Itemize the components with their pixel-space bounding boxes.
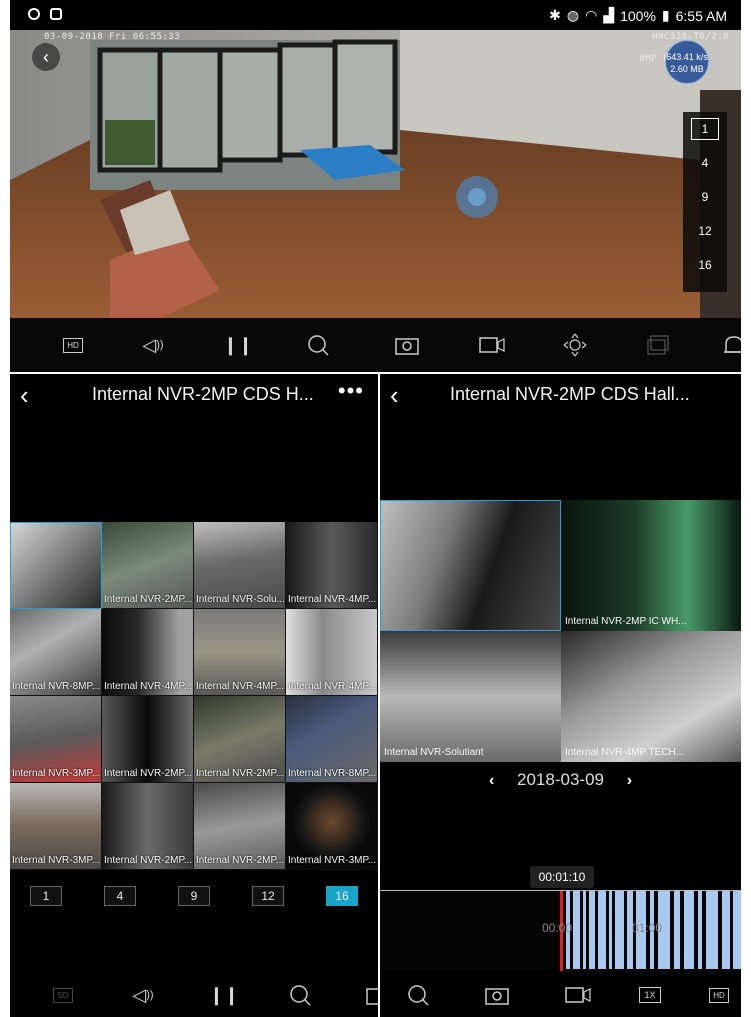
multi-window-icon[interactable]: [646, 332, 670, 358]
chevron-left-icon: ‹: [43, 46, 49, 67]
osd-datetime: 03-09-2018 Fri 06:55:33: [44, 32, 181, 42]
prev-date-icon[interactable]: ‹: [489, 772, 494, 789]
zoom-icon[interactable]: [288, 982, 312, 1008]
camera-tile[interactable]: Internal NVR-8MP...: [286, 696, 378, 783]
speed-button[interactable]: 1X: [636, 982, 664, 1008]
camera-tile[interactable]: Internal NVR-2MP...: [194, 696, 286, 783]
split-menu: 1 4 9 12 16: [683, 112, 727, 292]
back-button[interactable]: ‹: [20, 380, 29, 411]
split-option-4[interactable]: 4: [104, 886, 136, 906]
playback-tile[interactable]: Internal NVR-2MP IC WH...: [561, 500, 741, 631]
speaker-icon[interactable]: ◁)): [138, 332, 168, 358]
bitrate-badge: 643.41 k/s 2.60 MB: [665, 40, 709, 84]
live-view-panel: ✱ ◍ ◠ ▟ 100% ▮ 6:55 AM 03-09-2018 Fri 06…: [10, 0, 741, 372]
live-toolbar: HD ◁)) ❙❙: [10, 318, 741, 372]
pause-icon[interactable]: ❙❙: [223, 332, 253, 358]
playback-tile[interactable]: Internal NVR-Solutiant: [380, 631, 561, 762]
hd-button[interactable]: HD: [706, 982, 732, 1008]
battery-icon: ▮: [661, 7, 670, 23]
camera-grid: Internal NVR-2MP... Internal NVR-Solu...…: [10, 522, 378, 870]
battery-level: 100%: [620, 7, 656, 24]
record-icon[interactable]: [564, 982, 592, 1008]
playback-panel: ‹ Internal NVR-2MP CDS Hall... Internal …: [380, 374, 741, 1017]
playback-tile[interactable]: [380, 500, 561, 631]
zoom-icon[interactable]: [406, 982, 430, 1008]
playback-date: 2018-03-09: [517, 770, 604, 789]
header: ‹ Internal NVR-2MP CDS Hall...: [380, 374, 741, 418]
chevron-left-icon: ‹: [390, 380, 399, 410]
camera-tile[interactable]: Internal NVR-4MP...: [286, 609, 378, 696]
camera-tile[interactable]: Internal NVR-3MP...: [286, 783, 378, 870]
camera-tile[interactable]: Internal NVR-4MP...: [194, 609, 286, 696]
camera-tile[interactable]: Internal NVR-2MP...: [102, 696, 194, 783]
snapshot-icon[interactable]: [366, 982, 378, 1008]
snapshot-icon[interactable]: [484, 982, 510, 1008]
gallery-icon: [50, 8, 62, 20]
header: ‹ Internal NVR-2MP CDS H... •••: [10, 374, 378, 418]
signal-icon: ▟: [603, 7, 615, 23]
split-option-9[interactable]: 9: [178, 886, 210, 906]
playback-toolbar: 1X HD: [380, 974, 741, 1017]
playback-tile[interactable]: Internal NVR-4MP TECH...: [561, 631, 741, 762]
playback-grid: Internal NVR-2MP IC WH... Internal NVR-S…: [380, 500, 741, 762]
alarm-icon: ◍: [566, 7, 580, 23]
camera-tile[interactable]: Internal NVR-Solu...: [194, 522, 286, 609]
split-option-9[interactable]: 9: [683, 180, 727, 214]
alarm-bell-icon[interactable]: [722, 332, 741, 358]
current-time-badge: 00:01:10: [530, 866, 594, 888]
bitrate-rate: 643.41 k/s: [666, 52, 708, 62]
camera-tile[interactable]: Internal NVR-2MP...: [194, 783, 286, 870]
zoom-icon[interactable]: [306, 332, 330, 358]
bitrate-total: 2.60 MB: [670, 64, 704, 74]
ptz-icon[interactable]: [562, 332, 588, 358]
hd-button[interactable]: HD: [60, 332, 86, 358]
camera-tile[interactable]: [10, 522, 102, 609]
bluetooth-icon: ✱: [549, 7, 561, 23]
next-date-icon[interactable]: ›: [627, 772, 632, 789]
status-bar: ✱ ◍ ◠ ▟ 100% ▮ 6:55 AM: [10, 0, 741, 30]
page-title: Internal NVR-2MP CDS H...: [92, 384, 314, 404]
timeline-tick: 01:00: [632, 921, 663, 935]
split-option-12[interactable]: 12: [252, 886, 284, 906]
camera-tile[interactable]: Internal NVR-2MP...: [102, 783, 194, 870]
camera-tile[interactable]: Internal NVR-2MP...: [102, 522, 194, 609]
split-option-1[interactable]: 1: [30, 886, 62, 906]
notification-icon: [28, 8, 40, 20]
camera-tile[interactable]: Internal NVR-3MP...: [10, 696, 102, 783]
split-option-16[interactable]: 16: [326, 886, 358, 906]
split-option-4[interactable]: 4: [683, 146, 727, 180]
camera-tile[interactable]: Internal NVR-8MP...: [10, 609, 102, 696]
record-icon[interactable]: [478, 332, 506, 358]
timeline-tick: 00:00: [542, 921, 573, 935]
back-button[interactable]: ‹: [390, 380, 399, 411]
date-navigator: ‹ 2018-03-09 ›: [380, 770, 741, 800]
sd-button[interactable]: SD: [50, 982, 76, 1008]
back-button[interactable]: ‹: [32, 43, 60, 71]
camera-tile[interactable]: Internal NVR-4MP...: [286, 522, 378, 609]
snapshot-icon[interactable]: [394, 332, 420, 358]
pause-icon[interactable]: ❙❙: [209, 982, 239, 1008]
touch-focus-indicator: [456, 176, 498, 218]
split-option-12[interactable]: 12: [683, 214, 727, 248]
wifi-icon: ◠: [585, 7, 598, 23]
split-option-16[interactable]: 16: [683, 248, 727, 282]
camera-image: [10, 30, 741, 318]
split-selector: 1 4 9 12 16: [10, 886, 378, 910]
speaker-icon[interactable]: ◁)): [128, 982, 158, 1008]
main-camera-feed[interactable]: 03-09-2018 Fri 06:55:33 HNC328-TD/2.8 8M…: [10, 30, 741, 318]
multi-view-toolbar: SD ◁)) ❙❙: [10, 974, 378, 1017]
page-title: Internal NVR-2MP CDS Hall...: [450, 384, 690, 404]
more-options-icon[interactable]: •••: [338, 378, 364, 404]
split-option-1[interactable]: 1: [683, 112, 727, 146]
camera-tile[interactable]: Internal NVR-3MP...: [10, 783, 102, 870]
chevron-left-icon: ‹: [20, 380, 29, 410]
multi-view-panel: ‹ Internal NVR-2MP CDS H... ••• Internal…: [10, 374, 378, 1017]
status-time: 6:55 AM: [675, 7, 727, 24]
playback-timeline[interactable]: 00:00 01:00: [380, 890, 741, 971]
camera-tile[interactable]: Internal NVR-4MP...: [102, 609, 194, 696]
